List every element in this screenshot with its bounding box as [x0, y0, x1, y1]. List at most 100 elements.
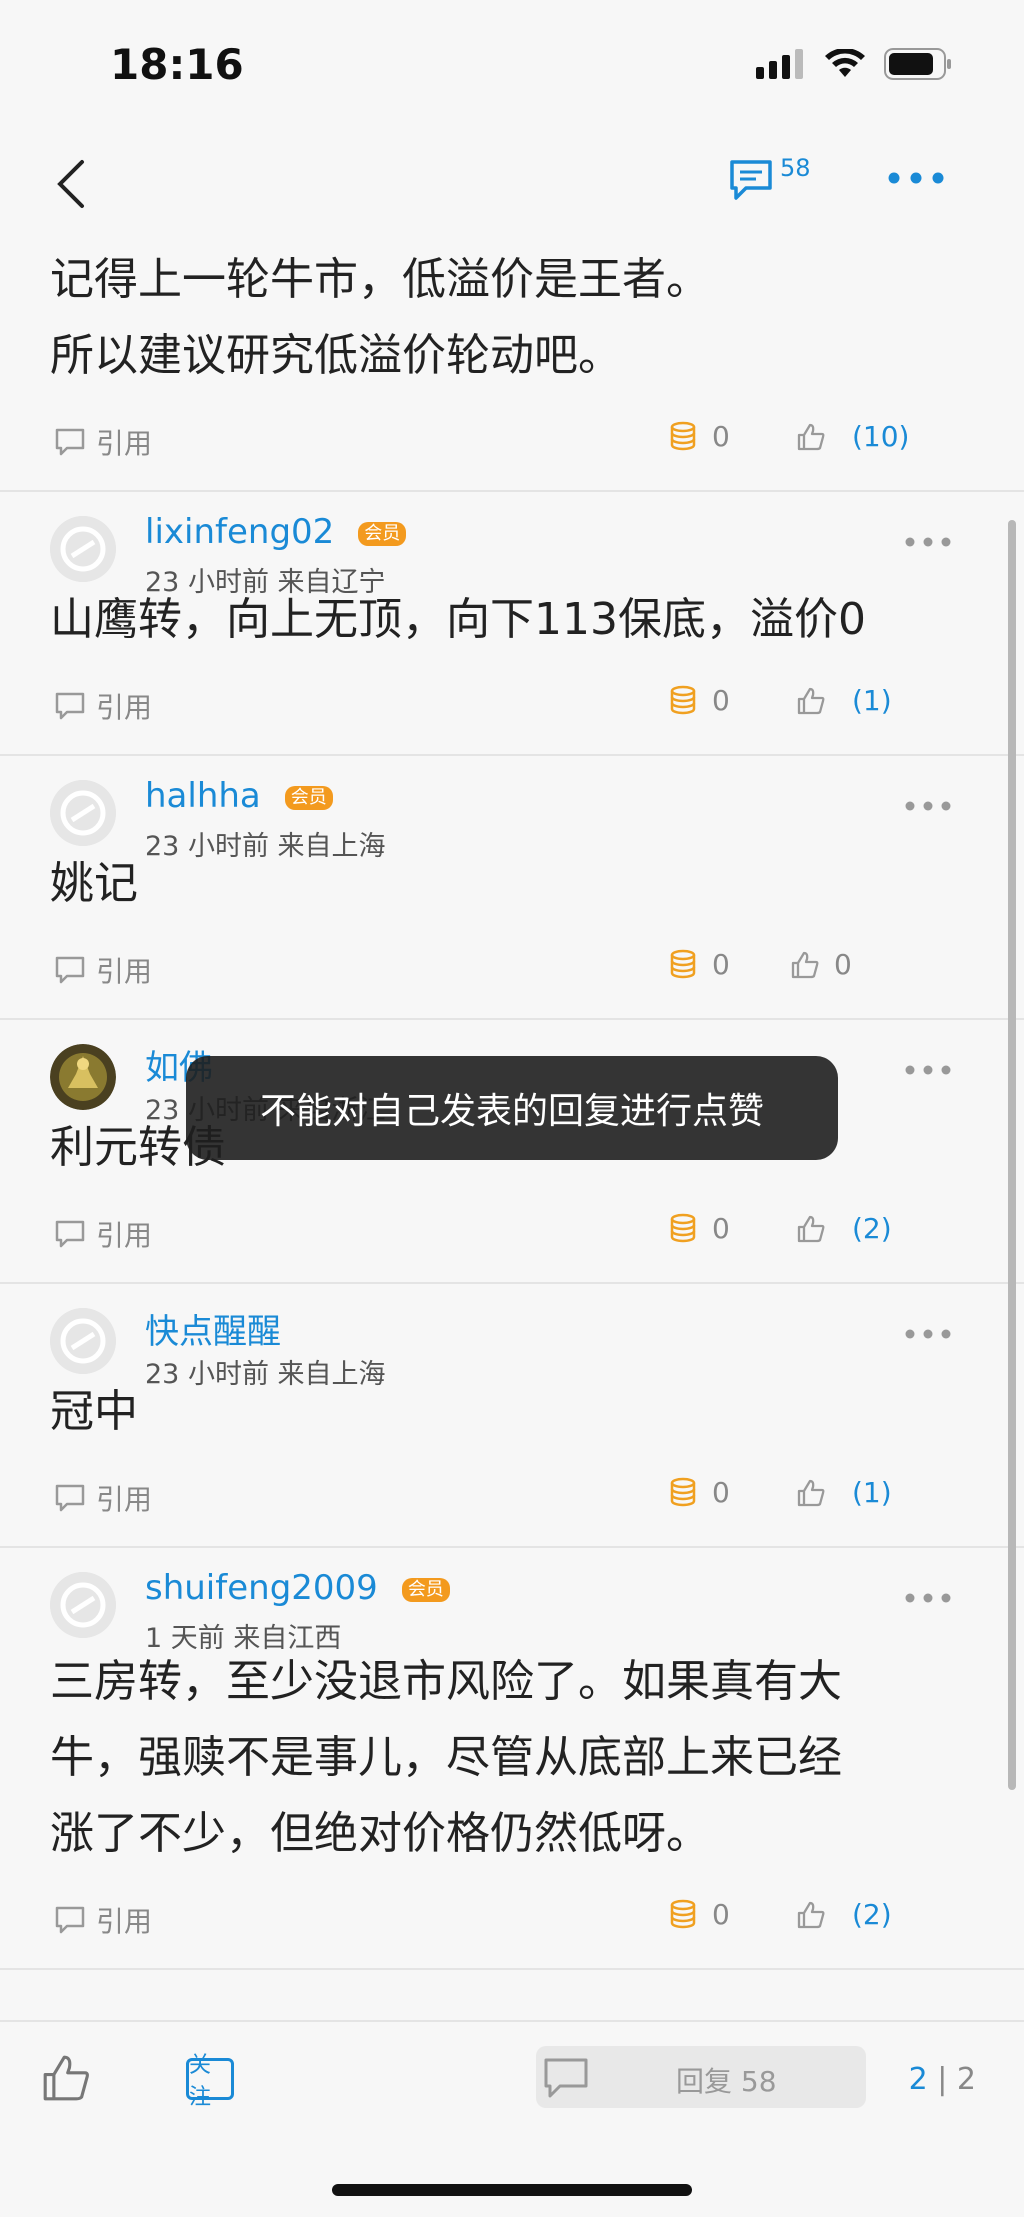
quote-icon: [55, 1906, 85, 1934]
coin-button[interactable]: 0: [668, 420, 730, 453]
reply-item: halhha 会员 23 小时前 来自上海 姚记 引用 0 0: [0, 756, 1024, 1020]
more-icon: [905, 1329, 951, 1339]
thumbs-up-icon: [797, 687, 825, 714]
avatar[interactable]: [50, 516, 116, 582]
status-time: 18:16: [110, 40, 244, 89]
quote-icon: [55, 1220, 85, 1248]
avatar[interactable]: [50, 780, 116, 846]
coin-icon: [670, 421, 696, 450]
post-more-button[interactable]: [904, 1062, 952, 1081]
like-button[interactable]: (2): [796, 1898, 892, 1931]
post-meta: 1 天前 来自江西: [145, 1623, 342, 1654]
quote-label: 引用: [96, 1219, 153, 1252]
quote-label: 引用: [96, 427, 153, 460]
coin-count: 0: [712, 1476, 730, 1509]
quote-button[interactable]: 引用: [54, 686, 152, 726]
like-count: (2): [852, 1212, 892, 1245]
reply-item: 快点醒醒 23 小时前 来自上海 冠中 引用 0 (1): [0, 1284, 1024, 1548]
action-row: 引用 0 (2): [0, 1872, 1024, 1968]
action-row: 引用 0 (1): [0, 658, 1024, 754]
post-content-line: 三房转，至少没退市风险了。如果真有大: [50, 1656, 842, 1707]
post-content-line: 记得上一轮牛市，低溢价是王者。: [50, 254, 710, 305]
comment-icon: [544, 2058, 588, 2098]
reply-item: 记得上一轮牛市，低溢价是王者。 所以建议研究低溢价轮动吧。 引用 0 (10): [0, 240, 1024, 492]
post-more-button[interactable]: [904, 798, 952, 817]
like-button[interactable]: (1): [796, 1476, 892, 1509]
scrollbar[interactable]: [1008, 520, 1016, 1790]
member-badge: 会员: [358, 521, 407, 546]
coin-button[interactable]: 0: [668, 1898, 730, 1931]
post-header: halhha 会员 23 小时前 来自上海: [0, 756, 1024, 862]
quote-button[interactable]: 引用: [54, 950, 152, 990]
username-text: lixinfeng02: [145, 512, 335, 552]
avatar[interactable]: [50, 1308, 116, 1374]
member-badge: 会员: [401, 1577, 450, 1602]
coin-button[interactable]: 0: [668, 1212, 730, 1245]
like-count: (2): [852, 1898, 892, 1931]
username[interactable]: shuifeng2009 会员: [145, 1568, 450, 1608]
more-icon: [905, 537, 951, 547]
thumbs-up-icon: [791, 951, 819, 978]
action-row: 引用 0 0: [0, 922, 1024, 1018]
coin-icon: [670, 1477, 696, 1506]
coin-button[interactable]: 0: [668, 684, 730, 717]
coin-icon: [670, 685, 696, 714]
like-count: (1): [852, 1476, 892, 1509]
action-row: 引用 0 (2): [0, 1186, 1024, 1282]
status-icons: [756, 48, 954, 80]
reply-input[interactable]: 回复 58: [536, 2046, 866, 2108]
post-header: 快点醒醒 23 小时前 来自上海: [0, 1284, 1024, 1390]
username[interactable]: 快点醒醒: [145, 1304, 281, 1353]
like-button[interactable]: (1): [796, 684, 892, 717]
coin-count: 0: [712, 1212, 730, 1245]
coin-button[interactable]: 0: [668, 948, 730, 981]
more-icon: [905, 1065, 951, 1075]
coin-count: 0: [712, 684, 730, 717]
like-button[interactable]: (2): [796, 1212, 892, 1245]
quote-button[interactable]: 引用: [54, 422, 152, 462]
default-avatar-icon: [50, 516, 116, 582]
thumbs-up-icon: [797, 1479, 825, 1506]
avatar[interactable]: [50, 1044, 116, 1110]
reply-label: 回复 58: [676, 2065, 777, 2098]
back-button[interactable]: [52, 154, 92, 214]
like-button[interactable]: 0: [790, 948, 852, 981]
comments-button[interactable]: 58: [728, 154, 828, 218]
action-row: 引用 0 (1): [0, 1450, 1024, 1546]
default-avatar-icon: [50, 780, 116, 846]
username[interactable]: lixinfeng02 会员: [145, 512, 407, 552]
like-count: (10): [852, 420, 910, 453]
default-avatar-icon: [50, 1308, 116, 1374]
like-count: 0: [834, 948, 852, 981]
post-more-button[interactable]: [904, 534, 952, 553]
coin-button[interactable]: 0: [668, 1476, 730, 1509]
status-bar: 18:16: [0, 0, 1024, 130]
page-indicator[interactable]: 2 | 2: [909, 2062, 976, 2097]
thumbs-up-icon: [43, 2055, 89, 2101]
post-meta: 23 小时前 来自上海: [145, 831, 386, 862]
toast-message: 不能对自己发表的回复进行点赞: [186, 1056, 838, 1160]
follow-button[interactable]: 关注: [186, 2053, 234, 2110]
home-indicator[interactable]: [332, 2184, 692, 2196]
post-more-button[interactable]: [904, 1326, 952, 1345]
reply-item: shuifeng2009 会员 1 天前 来自江西 三房转，至少没退市风险了。如果…: [0, 1548, 1024, 1970]
coin-count: 0: [712, 420, 730, 453]
username-text: halhha: [145, 776, 261, 816]
like-button[interactable]: (10): [796, 420, 909, 453]
quote-label: 引用: [96, 955, 153, 988]
more-button[interactable]: [886, 168, 946, 198]
post-more-button[interactable]: [904, 1590, 952, 1609]
quote-button[interactable]: 引用: [54, 1478, 152, 1518]
coin-icon: [670, 949, 696, 978]
post-header: shuifeng2009 会员 1 天前 来自江西: [0, 1548, 1024, 1654]
quote-label: 引用: [96, 1483, 153, 1516]
avatar[interactable]: [50, 1572, 116, 1638]
quote-button[interactable]: 引用: [54, 1900, 152, 1940]
post-header: lixinfeng02 会员 23 小时前 来自辽宁: [0, 492, 1024, 598]
quote-button[interactable]: 引用: [54, 1214, 152, 1254]
username[interactable]: halhha 会员: [145, 776, 333, 816]
wifi-icon: [825, 49, 865, 77]
coin-count: 0: [712, 948, 730, 981]
bottom-like-button[interactable]: [40, 2052, 92, 2108]
quote-icon: [55, 692, 85, 720]
